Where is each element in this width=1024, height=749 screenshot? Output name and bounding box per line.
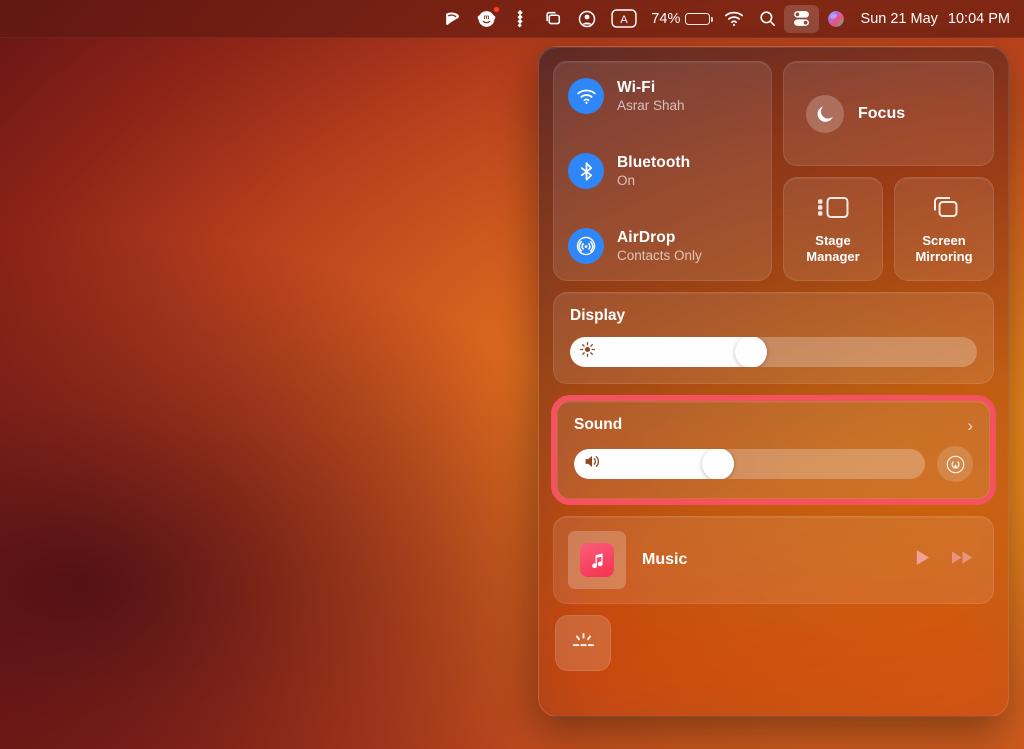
control-center-bottom-row [553, 615, 994, 702]
focus-tile[interactable]: Focus [783, 61, 994, 166]
control-center-top-row: Wi-Fi Asrar Shah Bluetooth On [553, 61, 994, 281]
volume-icon [583, 453, 602, 475]
monkey-face-icon[interactable]: m [469, 5, 504, 33]
music-tile[interactable]: Music [553, 516, 994, 604]
input-language-icon[interactable]: A [604, 5, 644, 33]
brightness-icon [579, 341, 596, 363]
focus-label: Focus [858, 105, 905, 123]
siri-icon[interactable] [819, 5, 853, 33]
sound-tile: Sound › [557, 401, 990, 499]
notification-badge [493, 6, 500, 13]
connectivity-tile: Wi-Fi Asrar Shah Bluetooth On [553, 61, 772, 281]
moon-icon [806, 95, 844, 133]
display-slider-knob[interactable] [735, 337, 767, 367]
screen-mirroring-label: Screen Mirroring [899, 233, 989, 264]
battery-icon [685, 13, 710, 25]
wifi-icon [568, 78, 604, 114]
bluetooth-toggle-row[interactable]: Bluetooth On [568, 153, 757, 189]
wifi-icon[interactable] [717, 5, 751, 33]
battery-percent-label: 74% [651, 11, 680, 27]
control-center-top-right-column: Focus Stage Manager [783, 61, 994, 281]
sound-highlight-box: Sound › [551, 395, 996, 505]
menubar-date[interactable]: Sun 21 May [853, 11, 940, 27]
bluetooth-status: On [617, 173, 690, 189]
airdrop-icon [568, 228, 604, 264]
display-title: Display [570, 307, 625, 325]
input-language-label: A [620, 14, 628, 26]
stage-manager-icon [816, 194, 850, 226]
sound-title: Sound [574, 416, 622, 434]
stage-manager-label: Stage Manager [788, 233, 878, 264]
album-artwork [568, 531, 626, 589]
control-center-square-tiles: Stage Manager Screen Mirroring [783, 177, 994, 281]
dropbox-icon[interactable] [504, 5, 536, 33]
bluetooth-icon [568, 153, 604, 189]
control-center-icon[interactable] [784, 5, 819, 33]
screen-mirroring-icon [929, 194, 960, 226]
airdrop-toggle-row[interactable]: AirDrop Contacts Only [568, 228, 757, 264]
music-app-icon [580, 543, 614, 577]
airdrop-label: AirDrop [617, 229, 702, 247]
search-icon[interactable] [751, 5, 784, 33]
stage-manager-tile[interactable]: Stage Manager [783, 177, 883, 281]
menubar-time[interactable]: 10:04 PM [940, 11, 1014, 27]
wifi-status: Asrar Shah [617, 98, 685, 114]
display-brightness-slider[interactable] [570, 337, 977, 367]
svg-text:m: m [484, 14, 490, 21]
music-app-label: Music [642, 551, 896, 569]
airdrop-status: Contacts Only [617, 248, 702, 264]
pen-nib-icon[interactable] [436, 5, 469, 33]
control-center-panel: Wi-Fi Asrar Shah Bluetooth On [538, 46, 1009, 717]
sound-slider-knob[interactable] [702, 449, 734, 479]
sound-volume-slider[interactable] [574, 449, 925, 479]
display-tile: Display [553, 292, 994, 384]
play-icon[interactable] [912, 547, 933, 573]
menu-bar: m A 74% [0, 0, 1024, 38]
chevron-right-icon[interactable]: › [967, 417, 973, 434]
battery-status[interactable]: 74% [644, 5, 716, 33]
keyboard-brightness-icon[interactable] [555, 615, 611, 671]
window-switcher-icon[interactable] [536, 5, 570, 33]
fast-forward-icon[interactable] [950, 547, 975, 573]
screen-mirroring-tile[interactable]: Screen Mirroring [894, 177, 994, 281]
wifi-toggle-row[interactable]: Wi-Fi Asrar Shah [568, 78, 757, 114]
airplay-audio-icon[interactable] [937, 446, 973, 482]
wifi-label: Wi-Fi [617, 79, 685, 97]
bluetooth-label: Bluetooth [617, 154, 690, 172]
user-account-icon[interactable] [570, 5, 604, 33]
